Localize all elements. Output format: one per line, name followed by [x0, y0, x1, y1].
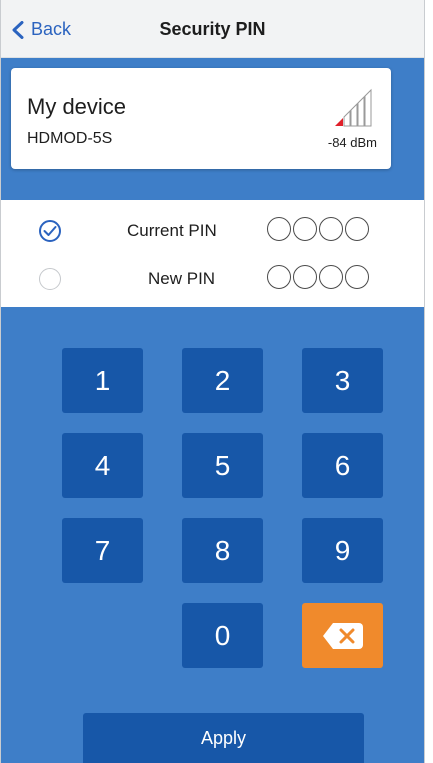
pin-digit-dot [267, 265, 291, 289]
keypad: 1 2 3 4 5 6 7 8 9 0 Apply [1, 307, 424, 763]
key-3[interactable]: 3 [302, 348, 383, 413]
device-card: My device HDMOD-5S -84 dBm [11, 68, 391, 169]
checkmark-icon [43, 226, 57, 236]
signal-dbm: -84 dBm [327, 135, 377, 150]
pin-digit-dot [319, 265, 343, 289]
key-2[interactable]: 2 [182, 348, 263, 413]
pin-digit-dot [345, 265, 369, 289]
pin-digit-dot [293, 217, 317, 241]
pin-digit-dot [293, 265, 317, 289]
key-8[interactable]: 8 [182, 518, 263, 583]
pin-row-label: Current PIN [127, 221, 217, 240]
device-id: HDMOD-5S [27, 130, 113, 147]
key-5[interactable]: 5 [182, 433, 263, 498]
pin-row-new[interactable]: New PIN [1, 256, 424, 304]
radio-selected[interactable] [39, 220, 61, 242]
pin-row-current[interactable]: Current PIN [1, 208, 424, 257]
key-4[interactable]: 4 [62, 433, 143, 498]
pin-digit-indicators [267, 265, 371, 289]
page-title: Security PIN [159, 19, 266, 39]
pin-digit-indicators [267, 217, 371, 241]
key-0[interactable]: 0 [182, 603, 263, 668]
pin-digit-dot [345, 217, 369, 241]
backspace-icon [322, 622, 363, 649]
radio-unselected[interactable] [39, 268, 61, 290]
pin-row-label: New PIN [148, 269, 216, 288]
pin-digit-dot [267, 217, 291, 241]
key-9[interactable]: 9 [302, 518, 383, 583]
device-name: My device [27, 94, 127, 119]
pin-digit-dot [319, 217, 343, 241]
device-section: My device HDMOD-5S -84 dBm [1, 58, 424, 200]
apply-button[interactable]: Apply [83, 713, 364, 763]
key-7[interactable]: 7 [62, 518, 143, 583]
key-1[interactable]: 1 [62, 348, 143, 413]
app-window: Back Security PIN My device HDMOD-5S -84… [0, 0, 425, 763]
key-6[interactable]: 6 [302, 433, 383, 498]
navigation-bar: Back Security PIN [1, 0, 424, 58]
backspace-button[interactable] [302, 603, 383, 668]
signal-strength-icon [335, 88, 372, 127]
